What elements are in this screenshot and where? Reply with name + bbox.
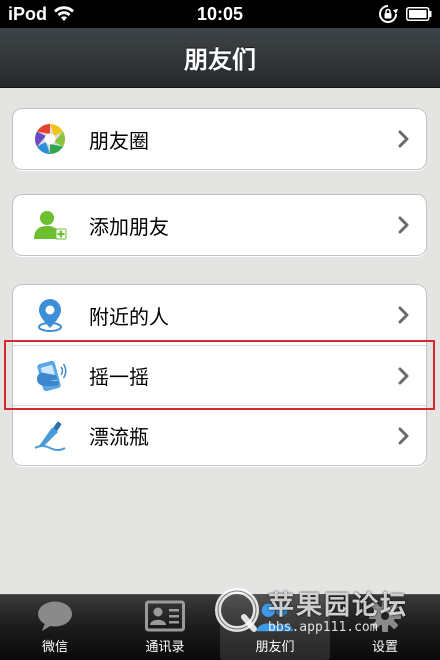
add-friend-icon bbox=[33, 208, 67, 242]
list-item-nearby-people[interactable]: 附近的人 bbox=[13, 285, 426, 345]
list-item-add-friend[interactable]: 添加朋友 bbox=[13, 195, 426, 255]
chevron-right-icon bbox=[398, 306, 409, 324]
moments-aperture-icon bbox=[33, 122, 67, 156]
page-title: 朋友们 bbox=[184, 46, 256, 74]
tab-chats[interactable]: 微信 bbox=[0, 595, 110, 660]
location-pin-icon bbox=[33, 298, 67, 332]
watermark-url: bbs.app111.com bbox=[268, 620, 378, 635]
group-moments: 朋友圈 bbox=[12, 108, 427, 170]
rotation-lock-icon bbox=[378, 4, 398, 24]
list-item-label: 添加朋友 bbox=[89, 214, 169, 239]
status-bar: iPod 10:05 bbox=[0, 0, 440, 28]
watermark: 苹果园论坛 bbs.app111.com bbox=[214, 582, 434, 638]
carrier-label: iPod bbox=[8, 3, 47, 24]
tab-label: 通讯录 bbox=[145, 640, 185, 655]
group-add-friend: 添加朋友 bbox=[12, 194, 427, 256]
battery-icon bbox=[406, 7, 432, 21]
tab-contacts[interactable]: 通讯录 bbox=[110, 595, 220, 660]
tab-label: 朋友们 bbox=[255, 640, 295, 655]
wifi-icon bbox=[53, 6, 75, 22]
status-left: iPod bbox=[8, 4, 75, 25]
tab-label: 微信 bbox=[41, 640, 68, 655]
highlight-box bbox=[4, 340, 435, 410]
watermark-logo-icon bbox=[215, 588, 259, 632]
list-item-moments[interactable]: 朋友圈 bbox=[13, 109, 426, 169]
chevron-right-icon bbox=[398, 130, 409, 148]
chevron-right-icon bbox=[398, 216, 409, 234]
watermark-title: 苹果园论坛 bbox=[268, 591, 409, 621]
tab-label: 设置 bbox=[371, 640, 398, 655]
list-item-label: 漂流瓶 bbox=[89, 425, 149, 449]
watermark-text: 苹果园论坛 bbs.app111.com bbox=[268, 585, 408, 635]
list-item-label: 附近的人 bbox=[89, 304, 169, 329]
drift-bottle-icon bbox=[33, 419, 67, 453]
chat-bubble-icon bbox=[35, 599, 75, 633]
status-right bbox=[378, 4, 432, 24]
contacts-card-icon bbox=[145, 599, 185, 633]
list-item-drift-bottle[interactable]: 漂流瓶 bbox=[13, 405, 426, 465]
chevron-right-icon bbox=[398, 427, 409, 444]
list-item-label: 朋友圈 bbox=[89, 128, 149, 153]
navigation-bar: 朋友们 bbox=[0, 28, 440, 88]
